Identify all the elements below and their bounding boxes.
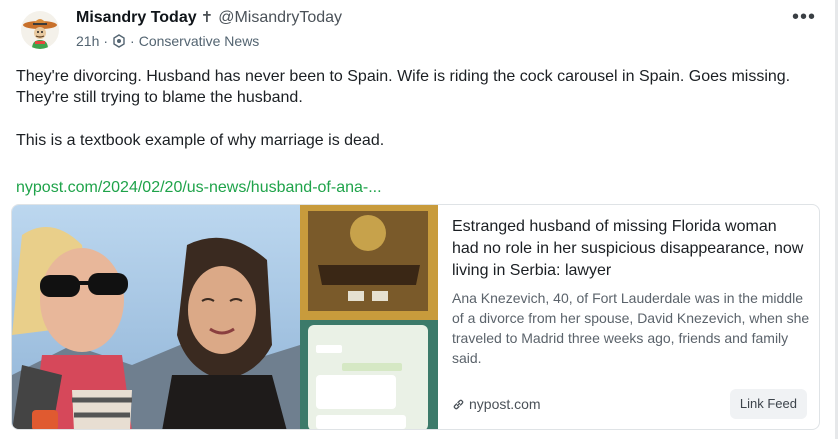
meta-separator: · [130,33,135,49]
post-paragraph: This is a textbook example of why marria… [16,132,385,149]
link-preview-title[interactable]: Estranged husband of missing Florida wom… [452,216,807,282]
community-icon [112,34,126,52]
link-icon [452,397,465,415]
meta-separator: · [103,33,109,49]
post-paragraph: They're divorcing. Husband has never bee… [16,68,791,106]
link-feed-button[interactable]: Link Feed [729,389,807,419]
community-name[interactable]: Conservative News [139,33,260,49]
post-link[interactable]: nypost.com/2024/02/20/us-news/husband-of… [16,177,382,198]
link-preview-image [12,205,438,429]
author-handle[interactable]: @MisandryToday [218,9,342,26]
link-preview-domain-text: nypost.com [469,396,541,412]
post-card: Misandry Today ✝ @MisandryToday 21h · · Conse… [0,0,838,439]
link-preview-description: Ana Knezevich, 40, of Fort Lauderdale wa… [452,290,810,366]
post-body: They're divorcing. Husband has never bee… [16,66,822,151]
sombrero-avatar-icon [21,11,59,49]
link-preview-card[interactable]: Estranged husband of missing Florida wom… [11,204,820,430]
more-options-icon[interactable]: ••• [792,7,816,27]
author-display-name[interactable]: Misandry Today [76,9,197,26]
cross-badge-icon: ✝ [200,9,214,26]
author-avatar[interactable] [21,11,59,49]
post-timestamp[interactable]: 21h [76,33,99,49]
post-meta: 21h · · Conservative News [76,32,259,52]
link-preview-domain: nypost.com [452,395,541,415]
author-line: Misandry Today ✝ @MisandryToday [76,8,342,28]
